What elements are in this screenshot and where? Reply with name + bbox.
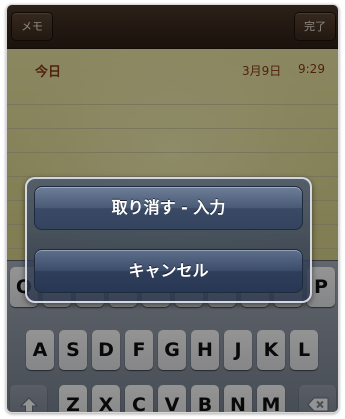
- app-frame: メモ 完了 今日 3月9日 9:29 Q W E R T Y U I O P A…: [6, 4, 339, 413]
- undo-typing-button[interactable]: 取り消す - 入力: [34, 186, 303, 230]
- cancel-button[interactable]: キャンセル: [34, 249, 303, 293]
- action-sheet: 取り消す - 入力 キャンセル: [25, 177, 312, 303]
